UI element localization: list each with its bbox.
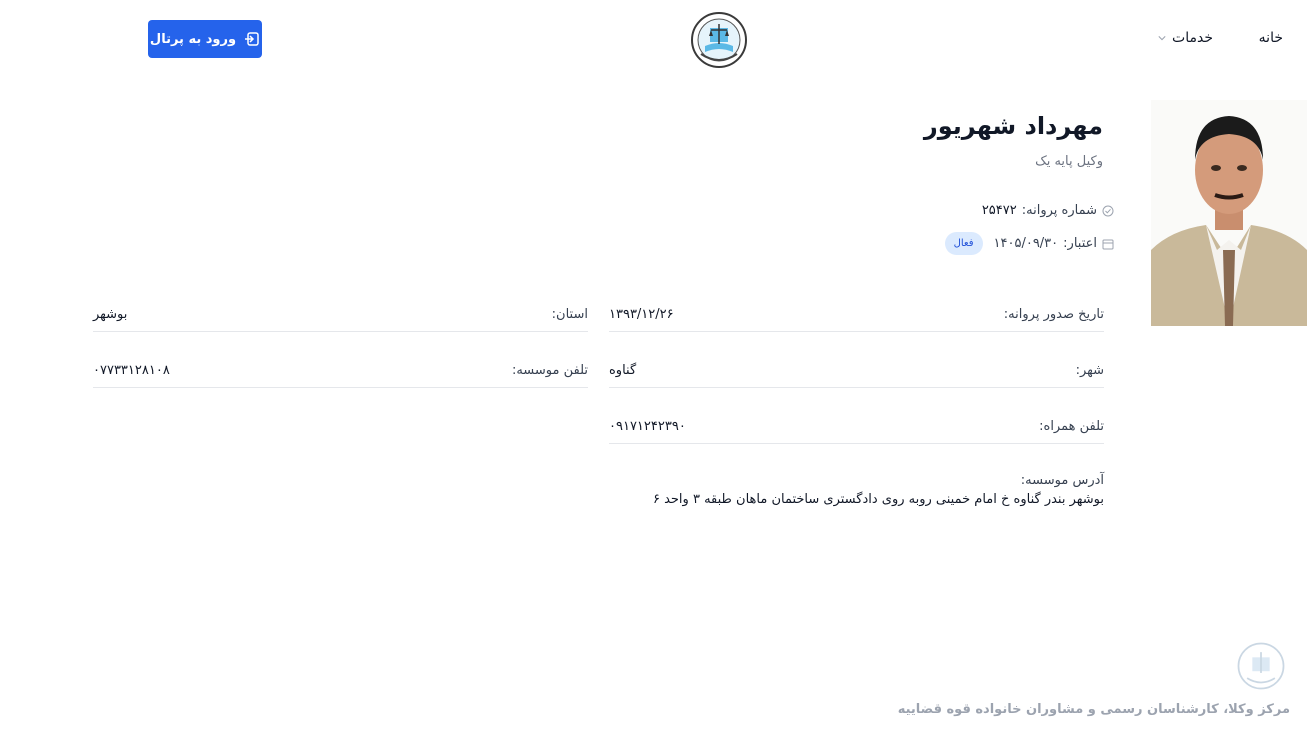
judiciary-emblem-icon[interactable] <box>689 10 749 70</box>
office-phone-label: تلفن موسسه: <box>511 362 588 378</box>
address-label: آدرس موسسه: <box>1020 473 1104 488</box>
issue-date-value: ۱۳۹۳/۱۲/۲۶ <box>609 306 674 322</box>
license-label: شماره پروانه: <box>1021 203 1097 218</box>
portal-login-button[interactable]: ورود به پرتال <box>148 20 262 58</box>
province-label: استان: <box>551 306 588 322</box>
judiciary-emblem-footer-icon <box>1237 642 1285 690</box>
mobile-row: تلفن همراه: ۰۹۱۷۱۲۴۲۳۹۰ <box>609 409 1104 444</box>
office-phone-value: ۰۷۷۳۳۱۲۸۱۰۸ <box>93 362 170 378</box>
city-value: گناوه <box>609 362 637 378</box>
page: خانه خدمات ورود به پرتال مهرداد شهریور و… <box>0 0 1307 738</box>
validity-value: ۱۴۰۵/۰۹/۳۰ <box>993 236 1059 251</box>
check-circle-icon <box>1102 205 1114 216</box>
city-row: شهر: گناوه <box>609 353 1104 388</box>
license-number: شماره پروانه: ۲۵۴۷۲ <box>982 203 1114 218</box>
mobile-value: ۰۹۱۷۱۲۴۲۳۹۰ <box>609 418 686 434</box>
nav-services-label: خدمات <box>1172 30 1213 46</box>
calendar-icon <box>1102 239 1114 249</box>
nav-home-link[interactable]: خانه <box>1259 30 1283 46</box>
license-value: ۲۵۴۷۲ <box>981 203 1017 218</box>
license-validity: اعتبار: ۱۴۰۵/۰۹/۳۰ فعال <box>944 232 1114 255</box>
issue-date-label: تاریخ صدور پروانه: <box>1003 306 1104 322</box>
nav-services-menu[interactable]: خدمات <box>1158 30 1213 46</box>
lawyer-name: مهرداد شهریور <box>923 112 1103 140</box>
province-value: بوشهر <box>93 306 128 322</box>
login-icon <box>245 32 259 46</box>
lawyer-title: وکیل پایه یک <box>1035 154 1103 169</box>
status-badge: فعال <box>944 232 983 255</box>
mobile-label: تلفن همراه: <box>1039 418 1104 434</box>
portal-login-label: ورود به پرتال <box>149 31 237 47</box>
footer-text: مرکز وکلا، کارشناسان رسمی و مشاوران خانو… <box>897 702 1290 717</box>
lawyer-photo <box>1151 100 1307 326</box>
city-label: شهر: <box>1075 362 1104 378</box>
validity-label: اعتبار: <box>1063 236 1097 251</box>
chevron-down-icon <box>1158 36 1166 41</box>
province-row: استان: بوشهر <box>93 297 588 332</box>
office-phone-row: تلفن موسسه: ۰۷۷۳۳۱۲۸۱۰۸ <box>93 353 588 388</box>
address-value: بوشهر بندر گناوه خ امام خمینی روبه روی د… <box>652 492 1104 507</box>
issue-date-row: تاریخ صدور پروانه: ۱۳۹۳/۱۲/۲۶ <box>609 297 1104 332</box>
